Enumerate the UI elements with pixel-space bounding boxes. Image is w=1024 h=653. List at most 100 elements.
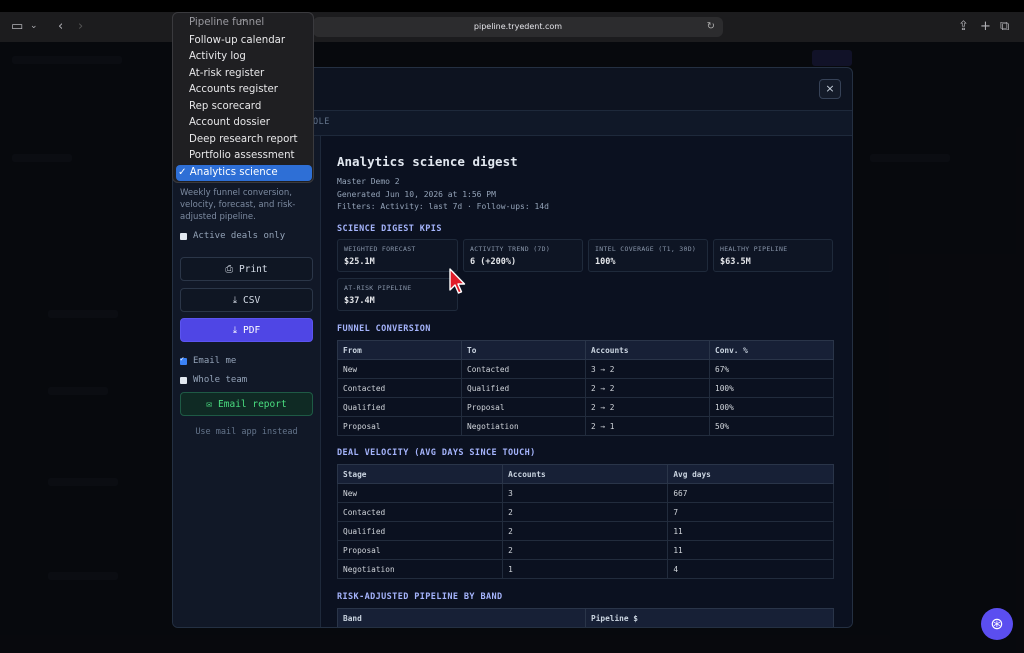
active-deals-checkbox[interactable]: Active deals only [180, 231, 285, 241]
browser-toolbar: ▭ ⌄ ‹ › pipeline.tryedent.com ↻ ⇪ + ⧉ [0, 12, 1024, 42]
funnel-heading: FUNNEL CONVERSION [337, 324, 431, 334]
email-me-label: Email me [193, 356, 237, 366]
table-row: Contacted 2 7 [336, 502, 834, 522]
dropdown-item[interactable]: Portfolio assessment [189, 148, 295, 164]
table-cell: 2 → 1 [585, 416, 710, 436]
table-cell: 3 → 2 [585, 359, 710, 379]
risk-heading: RISK-ADJUSTED PIPELINE BY BAND [337, 592, 503, 602]
kpi-label: HEALTHY PIPELINE [720, 245, 788, 253]
kpi-label: ACTIVITY TREND (7D) [470, 245, 551, 253]
dropdown-item[interactable]: Follow-up calendar [189, 33, 285, 49]
dropdown-item[interactable]: Activity log [189, 49, 246, 65]
whole-team-checkbox[interactable]: Whole team [180, 375, 247, 385]
kpi-heading: SCIENCE DIGEST KPIS [337, 224, 442, 234]
table-cell: 3 [502, 483, 669, 503]
kpi-card: HEALTHY PIPELINE $63.5M [713, 239, 833, 272]
sidebar-toggle-icon[interactable]: ▭ [11, 19, 23, 34]
column-header: Stage [336, 464, 504, 484]
dropdown-item[interactable]: Pipeline funnel [189, 15, 264, 31]
table-cell: Qualified [336, 521, 504, 541]
column-header: Accounts [585, 340, 710, 360]
csv-label: CSV [243, 294, 261, 306]
share-icon[interactable]: ⇪ [958, 19, 969, 34]
mouse-cursor-icon [449, 268, 466, 294]
table-cell: 2 → 2 [585, 397, 710, 417]
table-cell: 50% [709, 416, 834, 436]
kpi-value: $25.1M [344, 257, 375, 267]
dropdown-item[interactable]: At-risk register [189, 66, 264, 82]
url-text: pipeline.tryedent.com [473, 22, 563, 31]
dropdown-item[interactable]: Account dossier [189, 115, 270, 131]
email-me-checkbox[interactable]: Email me [180, 355, 237, 366]
column-header: Pipeline $ [585, 608, 834, 627]
chevron-down-icon[interactable]: ⌄ [30, 21, 38, 31]
table-cell: 1 [502, 559, 669, 579]
table-cell: New [336, 483, 504, 503]
table-row: Qualified Proposal 2 → 2 100% [337, 397, 834, 417]
report-title: Analytics science digest [337, 154, 518, 169]
tab-overview-icon[interactable]: ⧉ [1000, 19, 1009, 34]
dropdown-item-selected[interactable]: ✓ Analytics science digest [176, 165, 312, 181]
column-header: Accounts [502, 464, 669, 484]
address-bar[interactable]: pipeline.tryedent.com ↻ [313, 17, 723, 37]
report-subtitle: Master Demo 2 [337, 177, 400, 186]
table-cell: 7 [667, 502, 834, 522]
column-header: To [461, 340, 586, 360]
print-button[interactable]: ⎙ Print [180, 257, 313, 281]
checkbox-box[interactable] [180, 376, 187, 384]
table-cell: 11 [667, 540, 834, 560]
kpi-value: 6 (+200%) [470, 257, 517, 267]
column-header: Band [337, 608, 586, 627]
table-cell: Qualified [461, 378, 586, 398]
table-cell: 2 [502, 521, 669, 541]
table-cell: Contacted [461, 359, 586, 379]
report-filters: Filters: Activity: last 7d · Follow-ups:… [337, 202, 549, 211]
table-cell: 2 [502, 540, 669, 560]
table-row: Proposal 2 11 [336, 540, 834, 560]
help-button[interactable]: ⊛ [981, 608, 1013, 640]
funnel-table: From To Accounts Conv. % New Contacted 3 →… [337, 340, 834, 436]
dropdown-item[interactable]: Rep scorecard [189, 99, 261, 115]
checkbox-box[interactable] [180, 355, 187, 365]
table-cell: Negotiation [336, 559, 504, 579]
forward-icon[interactable]: › [78, 19, 83, 34]
table-cell: 100% [709, 397, 834, 417]
mail-app-link[interactable]: Use mail app instead [180, 427, 313, 437]
print-label: Print [239, 263, 268, 275]
back-icon[interactable]: ‹ [58, 19, 63, 34]
reload-icon[interactable]: ↻ [707, 17, 715, 37]
report-description: Weekly funnel conversion, velocity, fore… [180, 188, 296, 222]
close-button[interactable]: × [819, 79, 841, 99]
dropdown-item[interactable]: Deep research report [189, 132, 298, 148]
table-cell: Negotiation [461, 416, 586, 436]
new-tab-icon[interactable]: + [980, 19, 991, 34]
dropdown-item[interactable]: Accounts register [189, 82, 278, 98]
pdf-button[interactable]: ⤓ PDF [180, 318, 313, 342]
table-row: Proposal Negotiation 2 → 1 50% [337, 416, 834, 436]
table-row: New 3 667 [336, 483, 834, 503]
kpi-value: $63.5M [720, 257, 751, 267]
table-cell: 2 → 2 [585, 378, 710, 398]
whole-team-label: Whole team [193, 375, 248, 385]
kpi-value: 100% [595, 257, 616, 267]
table-row: New Contacted 3 → 2 67% [337, 359, 834, 379]
tab-label[interactable]: OLE [313, 117, 330, 127]
column-header: From [337, 340, 462, 360]
table-cell: 11 [667, 521, 834, 541]
table-cell: 667 [667, 483, 834, 503]
kpi-card: WEIGHTED FORECAST $25.1M [337, 239, 458, 272]
email-report-button[interactable]: ✉ Email report [180, 392, 313, 416]
active-deals-label: Active deals only [193, 231, 286, 241]
table-cell: 2 [502, 502, 669, 522]
kpi-card: AT-RISK PIPELINE $37.4M [337, 278, 458, 311]
table-cell: Contacted [336, 502, 504, 522]
checkbox-box[interactable] [180, 232, 187, 240]
table-cell: Contacted [337, 378, 462, 398]
report-type-dropdown[interactable]: ︿ Pipeline funnel Follow-up calendar Act… [172, 12, 314, 183]
kpi-card: INTEL COVERAGE (T1, 30D) 100% [588, 239, 708, 272]
printer-icon: ⎙ [225, 263, 233, 275]
kpi-card: ACTIVITY TREND (7D) 6 (+200%) [463, 239, 583, 272]
csv-button[interactable]: ⤓ CSV [180, 288, 313, 312]
table-cell: Qualified [337, 397, 462, 417]
table-cell: New [337, 359, 462, 379]
